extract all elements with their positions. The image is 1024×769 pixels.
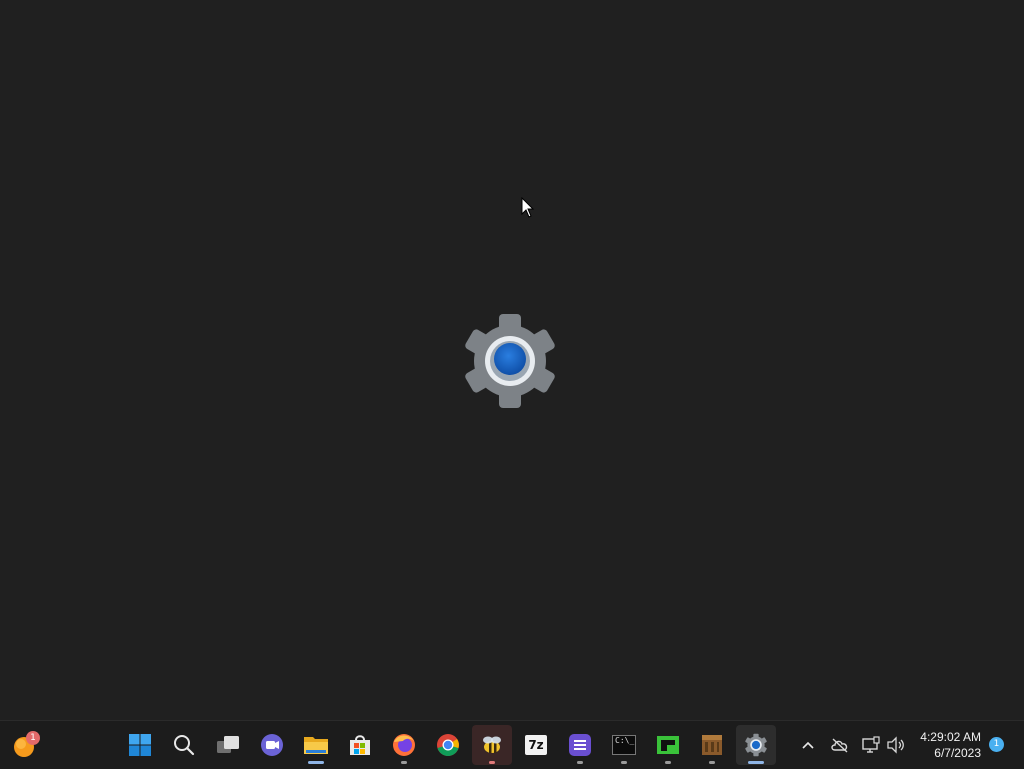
bee-icon (483, 736, 501, 753)
task-view-button[interactable] (208, 725, 248, 765)
clock-time: 4:29:02 AM (920, 730, 981, 744)
start-button[interactable] (120, 725, 160, 765)
notification-badge[interactable]: 1 (989, 737, 1004, 752)
running-indicator (489, 761, 495, 764)
terminal-icon: C:\_ (612, 735, 636, 755)
7zip-icon: 7z (525, 735, 547, 755)
desktop (0, 0, 1024, 720)
cloud-offline-icon (831, 738, 848, 753)
bee-app-button[interactable] (472, 725, 512, 765)
chrome-icon (437, 734, 459, 756)
windows-start-icon (129, 734, 151, 756)
7zip-button[interactable]: 7z (516, 725, 556, 765)
settings-gear-icon (745, 733, 767, 757)
chat-button[interactable] (252, 725, 292, 765)
clock-date: 6/7/2023 (934, 746, 981, 760)
widgets-badge: 1 (26, 731, 40, 745)
settings-button[interactable] (736, 725, 776, 765)
volume-icon (887, 736, 904, 754)
microsoft-store-button[interactable] (340, 725, 380, 765)
clock[interactable]: 4:29:02 AM 6/7/2023 (920, 729, 981, 761)
green-app-button[interactable] (648, 725, 688, 765)
settings-gear-icon (465, 314, 555, 408)
minecraft-button[interactable] (692, 725, 732, 765)
green-window-icon (657, 736, 679, 754)
search-icon (174, 735, 195, 756)
widgets-button[interactable]: 1 (4, 725, 44, 765)
onedrive-tray-button[interactable] (828, 733, 852, 757)
running-indicator (577, 761, 583, 764)
running-indicator (665, 761, 671, 764)
chevron-up-icon (802, 741, 814, 749)
network-icon (862, 736, 880, 753)
network-tray-button[interactable] (859, 733, 883, 757)
mouse-cursor (521, 197, 535, 218)
running-indicator (709, 761, 715, 764)
chrome-button[interactable] (428, 725, 468, 765)
crafting-table-icon (702, 735, 722, 755)
running-indicator (401, 761, 407, 764)
firefox-icon (393, 734, 415, 756)
file-explorer-button[interactable] (296, 725, 336, 765)
firefox-button[interactable] (384, 725, 424, 765)
command-prompt-button[interactable]: C:\_ (604, 725, 644, 765)
notes-icon (569, 734, 591, 756)
folder-icon (304, 737, 328, 754)
store-icon (350, 735, 370, 755)
notes-app-button[interactable] (560, 725, 600, 765)
running-indicator (748, 761, 764, 764)
running-indicator (308, 761, 324, 764)
task-view-icon (217, 736, 239, 753)
teams-chat-icon (261, 734, 283, 756)
volume-tray-button[interactable] (884, 733, 908, 757)
show-hidden-icons-button[interactable] (796, 733, 820, 757)
taskbar: 1 7z C:\_ 4:29:02 AM 6/7/2023 1 (0, 720, 1024, 769)
search-button[interactable] (164, 725, 204, 765)
running-indicator (621, 761, 627, 764)
